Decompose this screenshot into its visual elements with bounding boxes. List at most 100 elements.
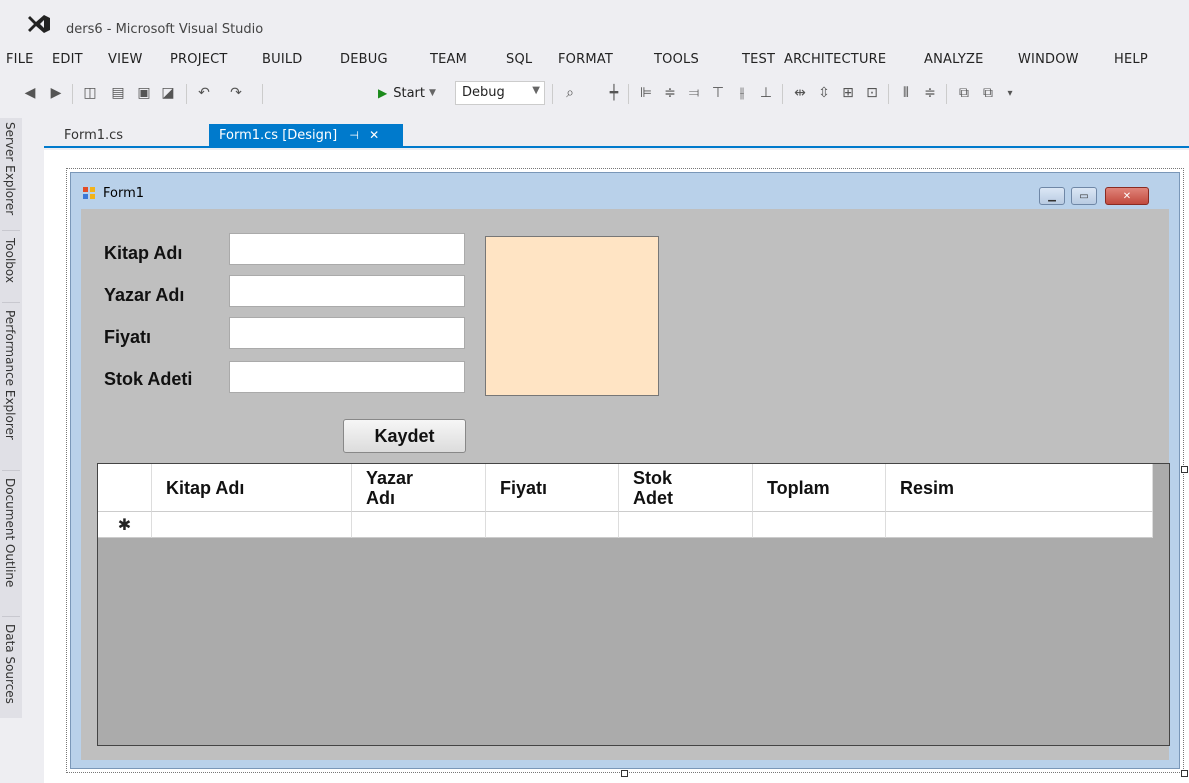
grid-cell[interactable] bbox=[619, 512, 753, 538]
vertical-spacing-icon[interactable]: ≑ bbox=[920, 83, 940, 103]
form-window[interactable]: Form1 ▁ ▭ ✕ Kitap Adı Yazar Adı Fiyatı S… bbox=[70, 172, 1180, 769]
menu-edit[interactable]: EDIT bbox=[52, 52, 83, 67]
form-title-bar: Form1 ▁ ▭ ✕ bbox=[71, 173, 1179, 211]
align-bottoms-icon[interactable]: ⊥ bbox=[756, 83, 776, 103]
menu-file[interactable]: FILE bbox=[6, 52, 34, 67]
resize-handle-bottom[interactable] bbox=[621, 770, 628, 777]
menu-format[interactable]: FORMAT bbox=[558, 52, 613, 67]
tab-form1-design[interactable]: Form1.cs [Design] ⊣ ✕ bbox=[209, 124, 403, 148]
data-sources-tab[interactable]: Data Sources bbox=[3, 624, 17, 704]
horizontal-spacing-icon[interactable]: ⫴ bbox=[896, 83, 916, 103]
standard-toolbar: ◀ ▶ ◫ ▤ ▣ ◪ ↶ ↷ ▶ Start ▼ Debug ▼ ⌕ ┿ ⊫ … bbox=[0, 74, 1189, 118]
menu-debug[interactable]: DEBUG bbox=[340, 52, 388, 67]
tab-underline bbox=[44, 146, 1189, 148]
maximize-button[interactable]: ▭ bbox=[1071, 187, 1097, 205]
close-button[interactable]: ✕ bbox=[1105, 187, 1149, 205]
chevron-down-icon: ▼ bbox=[429, 88, 436, 98]
size-to-grid-icon[interactable]: ⊡ bbox=[862, 83, 882, 103]
resize-handle-corner[interactable] bbox=[1181, 770, 1188, 777]
open-file-icon[interactable]: ▤ bbox=[108, 83, 128, 103]
make-same-width-icon[interactable]: ⇹ bbox=[790, 83, 810, 103]
yazar-adi-input[interactable] bbox=[229, 275, 465, 307]
menu-project[interactable]: PROJECT bbox=[170, 52, 228, 67]
label-stok-adeti: Stok Adeti bbox=[104, 369, 193, 389]
align-to-grid-icon[interactable]: ┿ bbox=[604, 83, 624, 103]
align-centers-icon[interactable]: ≑ bbox=[660, 83, 680, 103]
solution-configuration-value: Debug bbox=[462, 85, 505, 100]
play-icon: ▶ bbox=[378, 86, 388, 100]
grid-cell[interactable] bbox=[753, 512, 886, 538]
column-header-label: Stok Adet bbox=[633, 467, 673, 508]
column-header-toplam[interactable]: Toplam bbox=[753, 464, 886, 512]
toolbar-overflow-icon[interactable]: ▾ bbox=[1000, 83, 1020, 103]
server-explorer-tab[interactable]: Server Explorer bbox=[3, 122, 17, 215]
document-tabs: Form1.cs Form1.cs [Design] ⊣ ✕ bbox=[44, 118, 1189, 148]
chevron-down-icon: ▼ bbox=[532, 85, 540, 96]
performance-explorer-tab[interactable]: Performance Explorer bbox=[3, 310, 17, 440]
menu-tools[interactable]: TOOLS bbox=[654, 52, 699, 67]
forward-icon[interactable]: ▶ bbox=[46, 83, 66, 103]
tab-label: Form1.cs [Design] bbox=[219, 128, 338, 143]
stok-adeti-input[interactable] bbox=[229, 361, 465, 393]
align-lefts-icon[interactable]: ⊫ bbox=[636, 83, 656, 103]
find-in-files-icon[interactable]: ⌕ bbox=[560, 83, 580, 103]
menu-team[interactable]: TEAM bbox=[430, 52, 467, 67]
column-header-resim[interactable]: Resim bbox=[886, 464, 1153, 512]
table-row[interactable]: ✱ bbox=[98, 512, 1153, 538]
menu-architecture[interactable]: ARCHITECTURE bbox=[784, 52, 886, 67]
resize-handle-right[interactable] bbox=[1181, 466, 1188, 473]
side-separator bbox=[2, 302, 20, 303]
undo-icon[interactable]: ↶ bbox=[194, 83, 214, 103]
title-bar: ders6 - Microsoft Visual Studio bbox=[0, 0, 1189, 44]
tab-form1-cs[interactable]: Form1.cs bbox=[54, 124, 133, 148]
save-icon[interactable]: ▣ bbox=[134, 83, 154, 103]
side-panel-strip: Server Explorer Toolbox Performance Expl… bbox=[0, 118, 22, 718]
solution-configuration-select[interactable]: Debug ▼ bbox=[455, 81, 545, 105]
back-icon[interactable]: ◀ bbox=[20, 83, 40, 103]
toolbar-separator bbox=[782, 84, 783, 104]
kitap-adi-input[interactable] bbox=[229, 233, 465, 265]
data-grid-view[interactable]: Kitap Adı Yazar Adı Fiyatı Stok Adet Top… bbox=[97, 463, 1170, 746]
align-rights-icon[interactable]: ⫤ bbox=[684, 83, 704, 103]
column-header-yazar-adi[interactable]: Yazar Adı bbox=[352, 464, 486, 512]
column-header-stok-adet[interactable]: Stok Adet bbox=[619, 464, 753, 512]
send-to-back-icon[interactable]: ⧉ bbox=[978, 83, 998, 103]
picture-box[interactable] bbox=[485, 236, 659, 396]
start-debugging-button[interactable]: ▶ Start ▼ bbox=[378, 82, 436, 104]
menu-window[interactable]: WINDOW bbox=[1018, 52, 1079, 67]
bring-to-front-icon[interactable]: ⧉ bbox=[954, 83, 974, 103]
grid-cell[interactable] bbox=[886, 512, 1153, 538]
close-icon[interactable]: ✕ bbox=[369, 128, 379, 142]
make-same-size-icon[interactable]: ⊞ bbox=[838, 83, 858, 103]
toolbar-separator bbox=[552, 84, 553, 104]
grid-cell[interactable] bbox=[486, 512, 619, 538]
align-middles-icon[interactable]: ⫲ bbox=[732, 83, 752, 103]
document-outline-tab[interactable]: Document Outline bbox=[3, 478, 17, 587]
fiyati-input[interactable] bbox=[229, 317, 465, 349]
menu-build[interactable]: BUILD bbox=[262, 52, 303, 67]
column-header-fiyati[interactable]: Fiyatı bbox=[486, 464, 619, 512]
toolbar-separator bbox=[888, 84, 889, 104]
column-header-kitap-adi[interactable]: Kitap Adı bbox=[152, 464, 352, 512]
redo-icon[interactable]: ↷ bbox=[226, 83, 246, 103]
grid-cell[interactable] bbox=[152, 512, 352, 538]
toolbox-tab[interactable]: Toolbox bbox=[3, 238, 17, 283]
menu-help[interactable]: HELP bbox=[1114, 52, 1148, 67]
align-tops-icon[interactable]: ⊤ bbox=[708, 83, 728, 103]
menu-view[interactable]: VIEW bbox=[108, 52, 143, 67]
grid-cell[interactable] bbox=[352, 512, 486, 538]
save-all-icon[interactable]: ◪ bbox=[158, 83, 178, 103]
menu-test[interactable]: TEST bbox=[742, 52, 775, 67]
label-fiyati: Fiyatı bbox=[104, 327, 152, 347]
menu-bar: FILE EDIT VIEW PROJECT BUILD DEBUG TEAM … bbox=[0, 44, 1189, 74]
pin-icon[interactable]: ⊣ bbox=[349, 129, 359, 142]
menu-analyze[interactable]: ANALYZE bbox=[924, 52, 984, 67]
new-project-icon[interactable]: ◫ bbox=[80, 83, 100, 103]
form-icon bbox=[83, 187, 95, 199]
kaydet-button[interactable]: Kaydet bbox=[343, 419, 466, 453]
minimize-button[interactable]: ▁ bbox=[1039, 187, 1065, 205]
make-same-height-icon[interactable]: ⇳ bbox=[814, 83, 834, 103]
toolbar-separator bbox=[628, 84, 629, 104]
menu-sql[interactable]: SQL bbox=[506, 52, 532, 67]
grid-header-row: Kitap Adı Yazar Adı Fiyatı Stok Adet Top… bbox=[98, 464, 1153, 512]
